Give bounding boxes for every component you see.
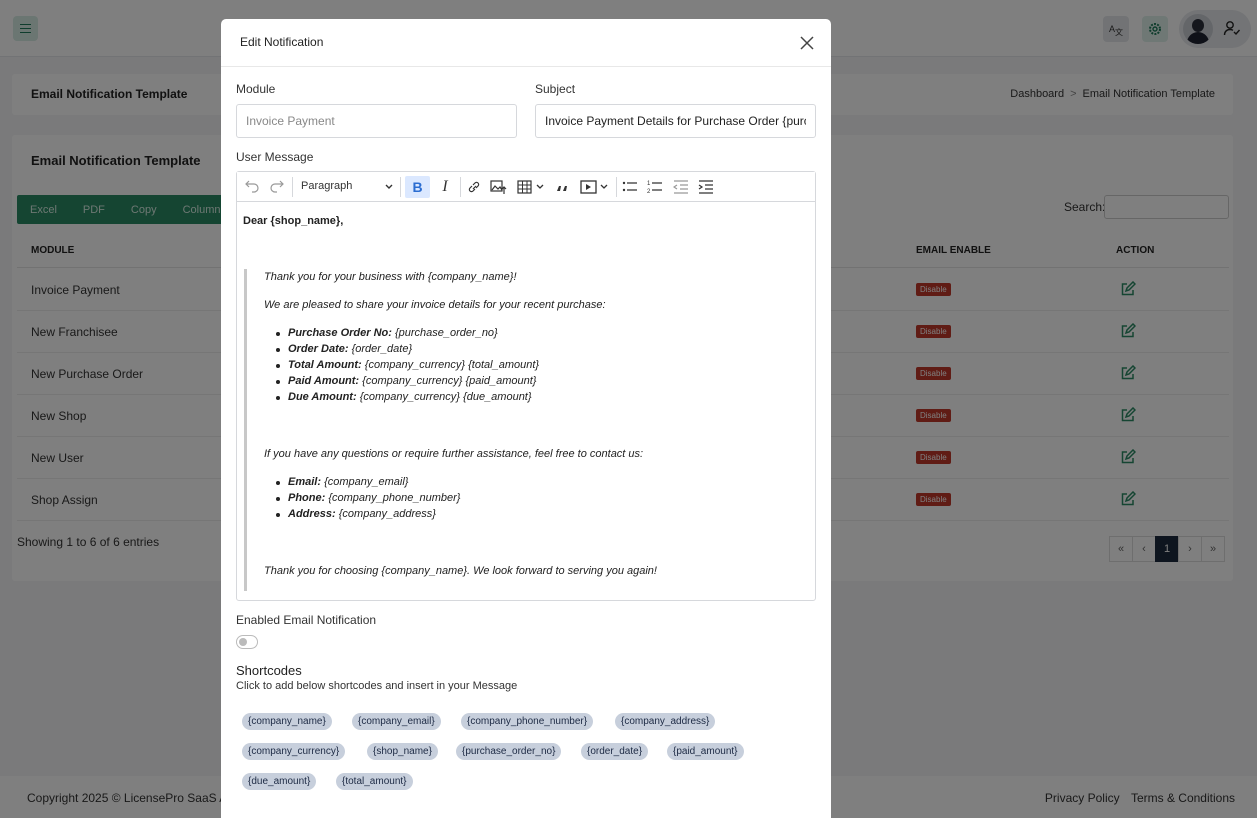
insert-image-icon[interactable]: [490, 178, 508, 196]
bold-button[interactable]: B: [405, 176, 430, 198]
editor-toolbar: Paragraph B I 12: [237, 172, 815, 202]
message-closing: Thank you for choosing {company_name}. W…: [264, 565, 657, 577]
shortcode-chip[interactable]: {shop_name}: [367, 743, 438, 760]
modal-title: Edit Notification: [240, 35, 324, 49]
toolbar-separator: [460, 177, 461, 197]
editor-content[interactable]: Dear {shop_name}, Thank you for your bus…: [237, 203, 815, 600]
toolbar-separator: [616, 177, 617, 197]
edit-notification-modal: Edit Notification Module Subject User Me…: [221, 19, 831, 818]
enable-label: Enabled Email Notification: [236, 613, 377, 627]
italic-button[interactable]: I: [435, 177, 455, 197]
subject-label: Subject: [535, 82, 576, 96]
shortcodes-title: Shortcodes: [236, 663, 302, 678]
list-item: Total Amount: {company_currency} {total_…: [275, 359, 540, 371]
blockquote-icon[interactable]: [555, 178, 569, 196]
shortcode-chip[interactable]: {total_amount}: [336, 773, 413, 790]
message-label: User Message: [236, 150, 314, 164]
table-icon[interactable]: [517, 178, 545, 196]
toolbar-separator: [400, 177, 401, 197]
list-item: Purchase Order No: {purchase_order_no}: [276, 327, 498, 339]
shortcode-chip[interactable]: {order_date}: [581, 743, 649, 760]
shortcode-chip[interactable]: {company_currency}: [242, 743, 346, 760]
svg-text:1: 1: [647, 181, 651, 187]
message-greeting: Dear {shop_name},: [243, 215, 344, 227]
shortcode-chip[interactable]: {paid_amount}: [667, 743, 744, 760]
shortcode-chip[interactable]: {purchase_order_no}: [456, 743, 562, 760]
link-icon[interactable]: [467, 178, 481, 196]
shortcodes-description: Click to add below shortcodes and insert…: [236, 680, 518, 692]
list-item: Address: {company_address}: [276, 508, 436, 520]
svg-text:2: 2: [647, 189, 651, 195]
shortcode-chip[interactable]: {due_amount}: [242, 773, 317, 790]
media-embed-icon[interactable]: [580, 178, 610, 196]
blockquote-bar: [244, 269, 247, 591]
shortcode-chip[interactable]: {company_email}: [352, 713, 441, 730]
module-label: Module: [236, 82, 276, 96]
list-item: Due Amount: {company_currency} {due_amou…: [276, 391, 532, 403]
redo-icon[interactable]: [270, 178, 284, 196]
module-input[interactable]: [236, 104, 517, 138]
paragraph-select[interactable]: Paragraph: [301, 180, 352, 192]
bullet-list-icon[interactable]: [622, 178, 638, 196]
rich-text-editor: Paragraph B I 12 Dear {shop_name}, Thank…: [236, 171, 816, 601]
shortcode-chip[interactable]: {company_name}: [242, 713, 332, 730]
toolbar-separator: [292, 177, 293, 197]
message-thanks: Thank you for your business with {compan…: [264, 271, 517, 283]
chevron-down-icon[interactable]: [384, 178, 394, 196]
email-enable-toggle[interactable]: [236, 635, 258, 649]
numbered-list-icon[interactable]: 12: [647, 178, 663, 196]
list-item: Paid Amount: {company_currency} {paid_am…: [275, 375, 537, 387]
list-item: Order Date: {order_date}: [275, 343, 413, 355]
modal-header: Edit Notification: [221, 19, 831, 67]
message-questions: If you have any questions or require fur…: [264, 448, 644, 460]
list-item: Phone: {company_phone_number}: [275, 492, 461, 504]
close-icon[interactable]: [800, 36, 814, 50]
shortcode-chip[interactable]: {company_address}: [615, 713, 716, 730]
paragraph-select-label: Paragraph: [301, 180, 353, 192]
shortcode-chip[interactable]: {company_phone_number}: [461, 713, 594, 730]
indent-icon[interactable]: [698, 178, 714, 196]
subject-input[interactable]: [535, 104, 816, 138]
message-intro: We are pleased to share your invoice det…: [264, 299, 606, 311]
outdent-icon[interactable]: [673, 178, 689, 196]
list-item: Email: {company_email}: [275, 476, 409, 488]
undo-icon[interactable]: [245, 178, 259, 196]
